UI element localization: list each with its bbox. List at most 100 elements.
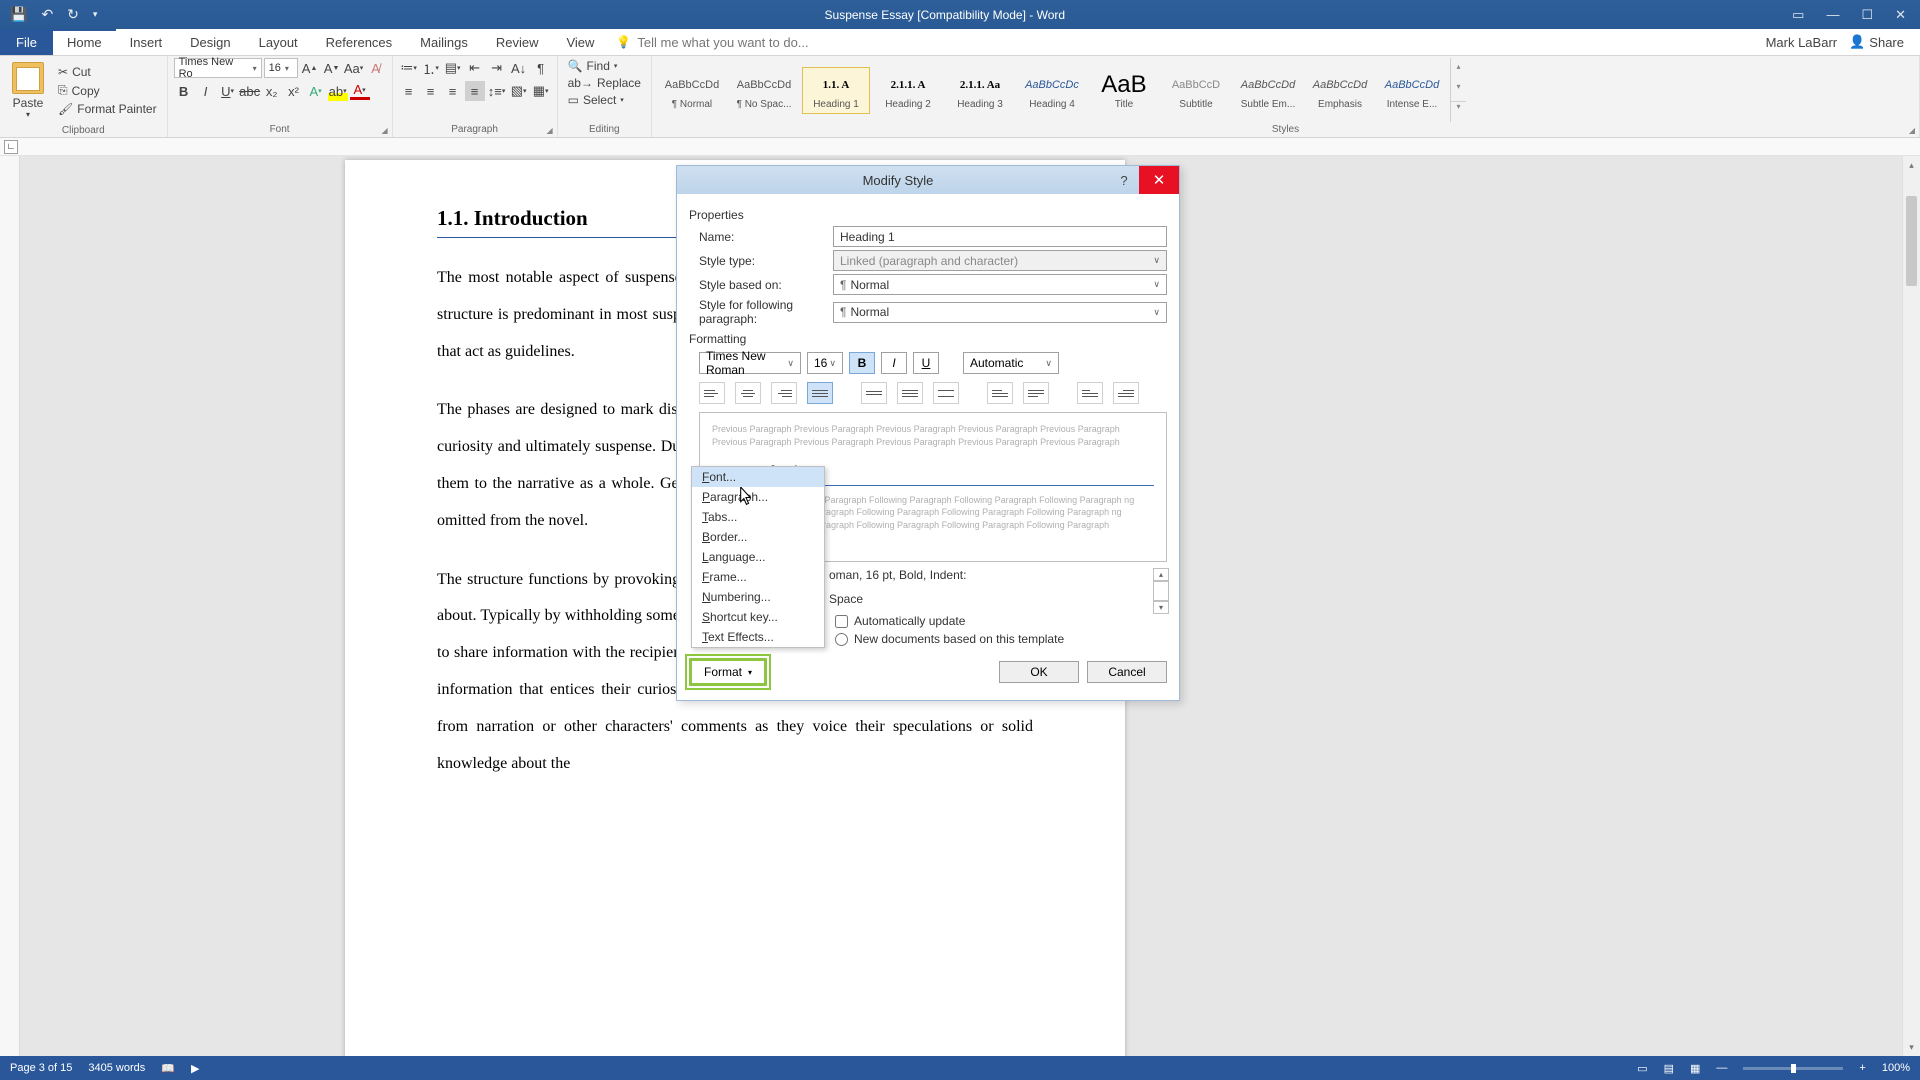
- scroll-up-icon[interactable]: ▴: [1903, 156, 1920, 174]
- highlight-button[interactable]: ab▾: [328, 81, 348, 101]
- shrink-font-button[interactable]: A▼: [322, 58, 342, 78]
- text-effects-button[interactable]: A▾: [306, 81, 326, 101]
- paragraph-launcher-icon[interactable]: ◢: [546, 126, 552, 135]
- spacing-double-button[interactable]: [933, 382, 959, 404]
- style--no-spac-[interactable]: AaBbCcDd¶ No Spac...: [730, 67, 798, 114]
- shading-button[interactable]: ▧▾: [509, 81, 529, 101]
- indent-decrease-button[interactable]: [1077, 382, 1103, 404]
- scrollbar-thumb[interactable]: [1906, 196, 1917, 286]
- style-title[interactable]: AaBTitle: [1090, 67, 1158, 114]
- spellcheck-icon[interactable]: 📖: [161, 1062, 175, 1075]
- font-launcher-icon[interactable]: ◢: [381, 126, 387, 135]
- macro-icon[interactable]: ▶: [191, 1062, 199, 1075]
- style-subtitle[interactable]: AaBbCcDSubtitle: [1162, 67, 1230, 114]
- menu-language-[interactable]: Language...: [692, 547, 824, 567]
- menu-text-effects-[interactable]: Text Effects...: [692, 627, 824, 647]
- grow-font-button[interactable]: A▲: [300, 58, 320, 78]
- spacing-15-button[interactable]: [897, 382, 923, 404]
- menu-tabs-[interactable]: Tabs...: [692, 507, 824, 527]
- format-painter-button[interactable]: 🖌 Format Painter: [54, 101, 161, 117]
- dialog-close-icon[interactable]: ✕: [1139, 166, 1179, 194]
- zoom-level[interactable]: 100%: [1882, 1062, 1910, 1074]
- read-mode-icon[interactable]: ▭: [1637, 1062, 1647, 1075]
- cut-button[interactable]: ✂ Cut: [54, 64, 161, 80]
- tab-mailings[interactable]: Mailings: [406, 29, 482, 55]
- menu-paragraph-[interactable]: Paragraph...: [692, 487, 824, 507]
- spacing-single-button[interactable]: [861, 382, 887, 404]
- format-italic-button[interactable]: I: [881, 352, 907, 374]
- font-size-combo[interactable]: 16▾: [264, 58, 298, 78]
- find-button[interactable]: 🔍 Find ▾: [564, 58, 622, 74]
- tab-home[interactable]: Home: [53, 29, 116, 55]
- tab-selector[interactable]: ∟: [4, 140, 18, 154]
- font-family-combo[interactable]: Times New Ro▾: [174, 58, 262, 78]
- format-underline-button[interactable]: U: [913, 352, 939, 374]
- bold-button[interactable]: B: [174, 81, 194, 101]
- ribbon-options-icon[interactable]: ▭: [1792, 7, 1804, 23]
- style-heading-2[interactable]: 2.1.1. AHeading 2: [874, 67, 942, 114]
- page-indicator[interactable]: Page 3 of 15: [10, 1062, 72, 1074]
- multilevel-button[interactable]: ▤▾: [443, 58, 463, 78]
- scroll-down-icon[interactable]: ▾: [1903, 1038, 1920, 1056]
- select-button[interactable]: ▭ Select ▾: [564, 92, 628, 108]
- superscript-button[interactable]: x²: [284, 81, 304, 101]
- dialog-titlebar[interactable]: Modify Style ? ✕: [677, 166, 1179, 194]
- clear-formatting-button[interactable]: A̸: [366, 58, 386, 78]
- show-marks-button[interactable]: ¶: [531, 58, 551, 78]
- based-on-dropdown[interactable]: ¶Normal: [833, 274, 1167, 295]
- style-subtle-em-[interactable]: AaBbCcDdSubtle Em...: [1234, 67, 1302, 114]
- align-center-button[interactable]: ≡: [421, 81, 441, 101]
- space-before-down-button[interactable]: [1023, 382, 1049, 404]
- menu-shortcut-key-[interactable]: Shortcut key...: [692, 607, 824, 627]
- align-right-button[interactable]: [771, 382, 797, 404]
- format-font-combo[interactable]: Times New Roman: [699, 352, 801, 374]
- menu-frame-[interactable]: Frame...: [692, 567, 824, 587]
- file-tab[interactable]: File: [0, 29, 53, 55]
- style--normal[interactable]: AaBbCcDd¶ Normal: [658, 67, 726, 114]
- tab-layout[interactable]: Layout: [245, 29, 312, 55]
- save-icon[interactable]: 💾: [10, 6, 27, 23]
- indent-increase-button[interactable]: [1113, 382, 1139, 404]
- ok-button[interactable]: OK: [999, 661, 1079, 683]
- decrease-indent-button[interactable]: ⇤: [465, 58, 485, 78]
- maximize-icon[interactable]: ☐: [1861, 7, 1873, 23]
- format-color-combo[interactable]: Automatic: [963, 352, 1059, 374]
- style-heading-4[interactable]: AaBbCcDcHeading 4: [1018, 67, 1086, 114]
- align-center-button[interactable]: [735, 382, 761, 404]
- style-heading-3[interactable]: 2.1.1. AaHeading 3: [946, 67, 1014, 114]
- align-left-button[interactable]: [699, 382, 725, 404]
- share-button[interactable]: 👤Share: [1849, 34, 1904, 50]
- justify-button[interactable]: ≡: [465, 81, 485, 101]
- replace-button[interactable]: ab→ Replace: [564, 75, 645, 91]
- change-case-button[interactable]: Aa▾: [344, 58, 364, 78]
- zoom-in-icon[interactable]: +: [1859, 1062, 1865, 1074]
- zoom-slider[interactable]: [1743, 1067, 1843, 1070]
- paste-button[interactable]: Paste ▾: [6, 58, 50, 123]
- format-dropdown-button[interactable]: Format▾: [689, 658, 767, 686]
- tab-insert[interactable]: Insert: [116, 29, 177, 55]
- bullets-button[interactable]: ≔▾: [399, 58, 419, 78]
- tab-view[interactable]: View: [552, 29, 608, 55]
- qat-customize-icon[interactable]: ▾: [93, 9, 98, 20]
- print-layout-icon[interactable]: ▤: [1664, 1062, 1674, 1075]
- description-scroll[interactable]: ▴▾: [1153, 568, 1169, 614]
- redo-icon[interactable]: ↻: [67, 6, 79, 23]
- tell-me-input[interactable]: Tell me what you want to do...: [637, 35, 808, 50]
- style-heading-1[interactable]: 1.1. AHeading 1: [802, 67, 870, 114]
- format-size-combo[interactable]: 16: [807, 352, 843, 374]
- align-right-button[interactable]: ≡: [443, 81, 463, 101]
- close-icon[interactable]: ✕: [1895, 7, 1906, 23]
- tab-design[interactable]: Design: [176, 29, 244, 55]
- name-input[interactable]: Heading 1: [833, 226, 1167, 247]
- font-color-button[interactable]: A▾: [350, 83, 370, 100]
- space-before-up-button[interactable]: [987, 382, 1013, 404]
- style-emphasis[interactable]: AaBbCcDdEmphasis: [1306, 67, 1374, 114]
- menu-numbering-[interactable]: Numbering...: [692, 587, 824, 607]
- following-dropdown[interactable]: ¶Normal: [833, 302, 1167, 323]
- tab-review[interactable]: Review: [482, 29, 553, 55]
- web-layout-icon[interactable]: ▦: [1690, 1062, 1700, 1075]
- styles-launcher-icon[interactable]: ◢: [1909, 126, 1915, 135]
- underline-button[interactable]: U▾: [218, 81, 238, 101]
- undo-icon[interactable]: ↶: [41, 6, 53, 23]
- strikethrough-button[interactable]: abc: [240, 81, 260, 101]
